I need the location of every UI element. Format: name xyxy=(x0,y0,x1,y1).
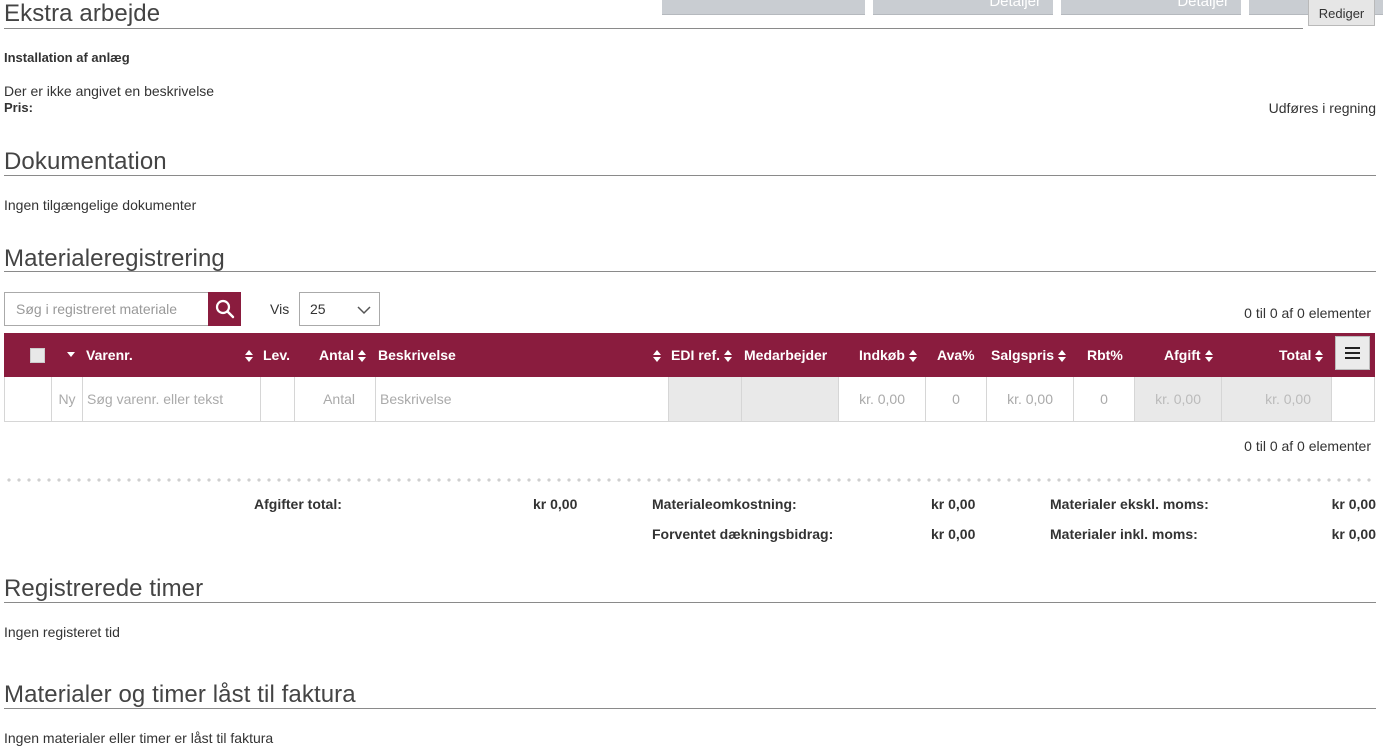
new-row-label: Ny xyxy=(52,377,83,421)
sort-icon[interactable] xyxy=(241,333,254,377)
material-search-input[interactable] xyxy=(4,292,209,326)
top-tab-details-2[interactable]: Detaljer xyxy=(1061,0,1241,15)
vis-label: Vis xyxy=(270,301,290,317)
top-tab-1[interactable] xyxy=(662,0,865,15)
afgifter-total-label: Afgifter total: xyxy=(254,496,342,512)
column-header-medarbejder[interactable]: Medarbejder xyxy=(744,333,827,377)
locked-empty-text: Ingen materialer eller timer er låst til… xyxy=(4,730,274,746)
daekningsbidrag-value: kr 0,00 xyxy=(931,526,976,542)
edi-ref-cell xyxy=(669,377,742,421)
sort-icon[interactable] xyxy=(724,349,733,363)
antal-input[interactable]: Antal xyxy=(295,377,376,421)
indkob-input[interactable]: kr. 0,00 xyxy=(839,377,926,421)
row-action-cell xyxy=(1332,377,1376,421)
documentation-empty-text: Ingen tilgængelige dokumenter xyxy=(4,197,197,213)
caret-down-icon[interactable] xyxy=(67,352,75,357)
column-header-antal[interactable]: Antal xyxy=(319,333,367,377)
divider xyxy=(4,271,1376,272)
row-checkbox-cell xyxy=(5,377,52,421)
materialer-inkl-label: Materialer inkl. moms: xyxy=(1050,526,1198,542)
pagination-count-top: 0 til 0 af 0 elementer xyxy=(1244,305,1371,321)
column-header-varenr[interactable]: Varenr. xyxy=(86,333,133,377)
column-header-lev[interactable]: Lev. xyxy=(263,333,290,377)
work-item-title: Installation af anlæg xyxy=(4,50,130,65)
lev-cell[interactable] xyxy=(261,377,295,421)
new-material-row: Ny Søg varenr. eller tekst Antal Beskriv… xyxy=(4,377,1375,422)
materialeomkostning-label: Materialeomkostning: xyxy=(652,496,797,512)
section-title-hours: Registrerede timer xyxy=(4,575,204,602)
edit-button[interactable]: Rediger xyxy=(1308,0,1375,26)
column-header-total[interactable]: Total xyxy=(1279,333,1324,377)
divider xyxy=(4,708,1376,709)
materialer-inkl-value: kr 0,00 xyxy=(1331,526,1376,542)
search-icon xyxy=(215,299,234,319)
beskrivelse-input[interactable]: Beskrivelse xyxy=(376,377,669,421)
price-value: Udføres i regning xyxy=(1268,100,1376,116)
sort-icon[interactable] xyxy=(1315,349,1324,363)
divider xyxy=(4,175,1376,176)
divider xyxy=(4,602,1376,603)
work-description: Der er ikke angivet en beskrivelse xyxy=(4,83,215,99)
daekningsbidrag-label: Forventet dækningsbidrag: xyxy=(652,526,834,542)
hamburger-menu-icon xyxy=(1345,347,1360,349)
sort-icon[interactable] xyxy=(358,349,367,363)
column-header-indkob[interactable]: Indkøb xyxy=(859,333,918,377)
top-tab-details-1[interactable]: Detaljer xyxy=(873,0,1053,15)
materialer-ekskl-value: kr 0,00 xyxy=(1331,496,1376,512)
section-title-locked: Materialer og timer låst til faktura xyxy=(4,681,356,708)
sort-icon[interactable] xyxy=(649,333,662,377)
column-header-afgift[interactable]: Afgift xyxy=(1164,333,1214,377)
column-menu-button[interactable] xyxy=(1335,336,1370,370)
sort-icon[interactable] xyxy=(1058,349,1067,363)
materialeomkostning-value: kr 0,00 xyxy=(931,496,976,512)
material-search-button[interactable] xyxy=(208,292,241,326)
pagination-count-bottom: 0 til 0 af 0 elementer xyxy=(1244,438,1371,454)
afgifter-total-value: kr 0,00 xyxy=(533,496,578,512)
section-title-extra-work: Ekstra arbejde xyxy=(4,0,161,27)
column-header-rbt[interactable]: Rbt% xyxy=(1087,333,1123,377)
column-header-salgspris[interactable]: Salgspris xyxy=(991,333,1067,377)
column-header-beskrivelse[interactable]: Beskrivelse xyxy=(378,333,456,377)
chevron-down-icon xyxy=(357,306,371,315)
ava-input[interactable]: 0 xyxy=(926,377,987,421)
materials-table-header: Varenr. Lev. Antal Beskrivelse EDI ref. … xyxy=(4,333,1375,377)
salgspris-input[interactable]: kr. 0,00 xyxy=(987,377,1074,421)
materialer-ekskl-label: Materialer ekskl. moms: xyxy=(1050,496,1209,512)
medarbejder-cell xyxy=(742,377,839,421)
rbt-input[interactable]: 0 xyxy=(1074,377,1135,421)
column-header-edi[interactable]: EDI ref. xyxy=(671,333,733,377)
section-title-materials: Materialeregistrering xyxy=(4,245,225,272)
page-size-select[interactable]: 25 xyxy=(299,292,380,326)
column-header-ava[interactable]: Ava% xyxy=(937,333,975,377)
divider xyxy=(4,28,1303,29)
select-all-checkbox[interactable] xyxy=(30,348,45,363)
sort-icon[interactable] xyxy=(908,349,918,363)
afgift-cell: kr. 0,00 xyxy=(1135,377,1222,421)
sort-icon[interactable] xyxy=(1204,349,1214,363)
dotted-divider xyxy=(4,478,1375,482)
total-cell: kr. 0,00 xyxy=(1222,377,1332,421)
price-label: Pris: xyxy=(4,100,33,115)
section-title-documentation: Dokumentation xyxy=(4,148,167,175)
varenr-input[interactable]: Søg varenr. eller tekst xyxy=(83,377,261,421)
hours-empty-text: Ingen registeret tid xyxy=(4,624,120,640)
page-size-value: 25 xyxy=(310,301,326,317)
